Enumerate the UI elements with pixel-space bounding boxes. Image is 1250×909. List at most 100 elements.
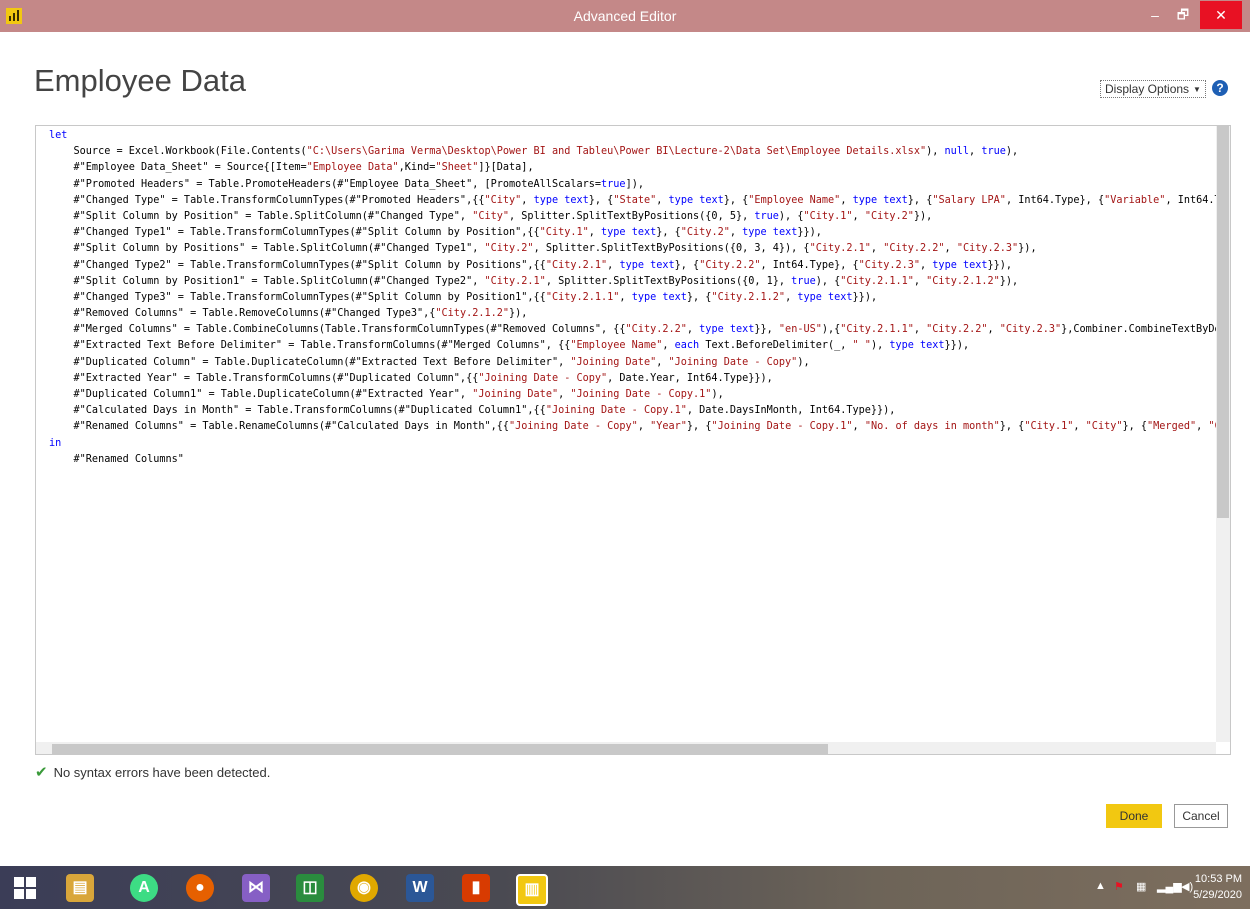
vertical-scrollbar[interactable] [1216,126,1230,742]
code-text: , [656,356,669,368]
clock[interactable]: 10:53 PM 5/29/2020 [1193,871,1242,903]
code-keyword: type text [932,259,988,271]
code-text: , [607,259,620,271]
visual-studio-icon[interactable]: ⋈ [242,874,270,902]
code-line[interactable]: #"Changed Type" = Table.TransformColumnT… [49,193,1216,209]
network-icon[interactable]: ▦ [1136,880,1146,893]
code-line[interactable]: #"Split Column by Position1" = Table.Spl… [49,274,1216,290]
code-text: }}), [987,259,1013,271]
android-studio-icon[interactable]: A [130,874,158,902]
code-line[interactable]: #"Duplicated Column" = Table.DuplicateCo… [49,355,1216,371]
horizontal-scrollbar[interactable] [36,742,1216,754]
code-text: , Int64.Type}, { [1005,194,1105,206]
code-line[interactable]: #"Split Column by Position" = Table.Spli… [49,209,1216,225]
horizontal-scroll-thumb[interactable] [52,744,828,754]
code-string: "Year" [650,421,687,433]
code-line[interactable]: #"Extracted Text Before Delimiter" = Tab… [49,338,1216,354]
code-text: ), [870,340,890,352]
code-text: }, { [674,259,700,271]
flag-icon[interactable]: ⚑ [1114,880,1124,893]
code-string: "City" [484,194,522,206]
code-text: }, { [1122,421,1148,433]
code-text: , [1073,421,1086,433]
chrome-icon[interactable]: ◉ [350,874,378,902]
code-text: ,Kind= [398,162,436,174]
code-line[interactable]: #"Split Column by Positions" = Table.Spl… [49,241,1216,257]
code-text: #"Duplicated Column" = Table.DuplicateCo… [49,356,571,368]
code-text: , [987,324,1000,336]
window-title: Advanced Editor [573,8,677,24]
file-explorer-icon[interactable]: ▤ [66,874,94,902]
checkmark-icon: ✔ [35,764,48,781]
firefox-icon[interactable]: ● [186,874,214,902]
code-area[interactable]: let Source = Excel.Workbook(File.Content… [36,126,1216,742]
code-text: ]), [625,178,644,190]
code-text: , [944,243,957,255]
done-button[interactable]: Done [1106,804,1162,828]
code-string: "City.2.2" [699,259,761,271]
power-bi-icon[interactable]: ▥ [516,874,548,906]
word-icon[interactable]: W [406,874,434,902]
code-text: , [840,194,853,206]
code-string: "Joining Date - Copy.1" [711,421,853,433]
cancel-button[interactable]: Cancel [1174,804,1228,828]
chevron-up-icon[interactable]: ▲ [1095,880,1106,892]
code-string: "City.2.1.2" [435,308,510,320]
code-line[interactable]: #"Employee Data_Sheet" = Source{[Item="E… [49,160,1216,176]
code-text: , Int64.Type}, { [760,259,859,271]
code-string: "Joining Date - Copy" [668,356,798,368]
code-string: "Employee Name" [570,340,663,352]
minimize-button[interactable]: – [1144,3,1166,27]
code-editor[interactable]: let Source = Excel.Workbook(File.Content… [35,125,1231,755]
code-text: }, { [907,194,933,206]
code-line[interactable]: in [49,436,1216,452]
code-string: "Joining Date" [570,356,657,368]
code-line[interactable]: let [49,128,1216,144]
code-text: }, { [588,194,614,206]
code-text: #"Employee Data_Sheet" = Source{[Item= [49,162,307,174]
code-line[interactable]: #"Extracted Year" = Table.TransformColum… [49,371,1216,387]
code-text: }, { [686,421,712,433]
code-keyword: true [981,146,1006,158]
store-icon[interactable]: ◫ [296,874,324,902]
code-string: "City.1" [1024,421,1074,433]
code-string: "Merged" [1147,421,1197,433]
start-icon[interactable] [14,877,36,899]
code-line[interactable]: #"Renamed Columns" = Table.RenameColumns… [49,419,1216,435]
code-text: }, { [723,194,749,206]
help-icon[interactable]: ? [1212,80,1228,96]
code-line[interactable]: #"Changed Type3" = Table.TransformColumn… [49,290,1216,306]
code-string: "City.2.1.1" [840,275,914,287]
code-line[interactable]: #"Renamed Columns" [49,452,1216,468]
code-string: "City.1" [539,227,589,239]
code-text: }, { [656,227,681,239]
code-text: , Date.Year, Int64.Type}}), [607,372,773,384]
code-text: ), [711,389,724,400]
clock-time: 10:53 PM [1194,873,1242,885]
code-text: , [588,227,602,239]
code-line[interactable]: #"Removed Columns" = Table.RemoveColumns… [49,306,1216,322]
code-text: , [619,291,632,303]
signal-icon[interactable]: ▂▄▆ [1157,880,1182,893]
code-text: }), [509,308,528,320]
office-icon[interactable]: ▮ [462,874,490,902]
code-line[interactable]: #"Changed Type1" = Table.TransformColumn… [49,225,1216,241]
code-text: ), [797,356,810,368]
code-keyword: type text [889,340,945,352]
display-options-dropdown[interactable]: Display Options ▼ [1100,80,1206,98]
code-text: , Splitter.SplitTextByPositions({0, 1}, [545,275,792,287]
close-button[interactable]: ✕ [1200,1,1242,29]
code-line[interactable]: #"Duplicated Column1" = Table.DuplicateC… [49,387,1216,403]
code-line[interactable]: #"Merged Columns" = Table.CombineColumns… [49,322,1216,338]
code-line[interactable]: Source = Excel.Workbook(File.Contents("C… [49,144,1216,160]
restore-button[interactable]: 🗗 [1170,3,1196,27]
volume-icon[interactable]: ◀) [1181,880,1193,893]
code-text: , [920,259,933,271]
code-string: "Employee Data" [306,162,399,174]
code-line[interactable]: #"Changed Type2" = Table.TransformColumn… [49,258,1216,274]
code-text: }}, [754,324,779,336]
vertical-scroll-thumb[interactable] [1217,126,1229,518]
code-line[interactable]: #"Promoted Headers" = Table.PromoteHeade… [49,177,1216,193]
code-text: , [1196,421,1209,433]
code-line[interactable]: #"Calculated Days in Month" = Table.Tran… [49,403,1216,419]
